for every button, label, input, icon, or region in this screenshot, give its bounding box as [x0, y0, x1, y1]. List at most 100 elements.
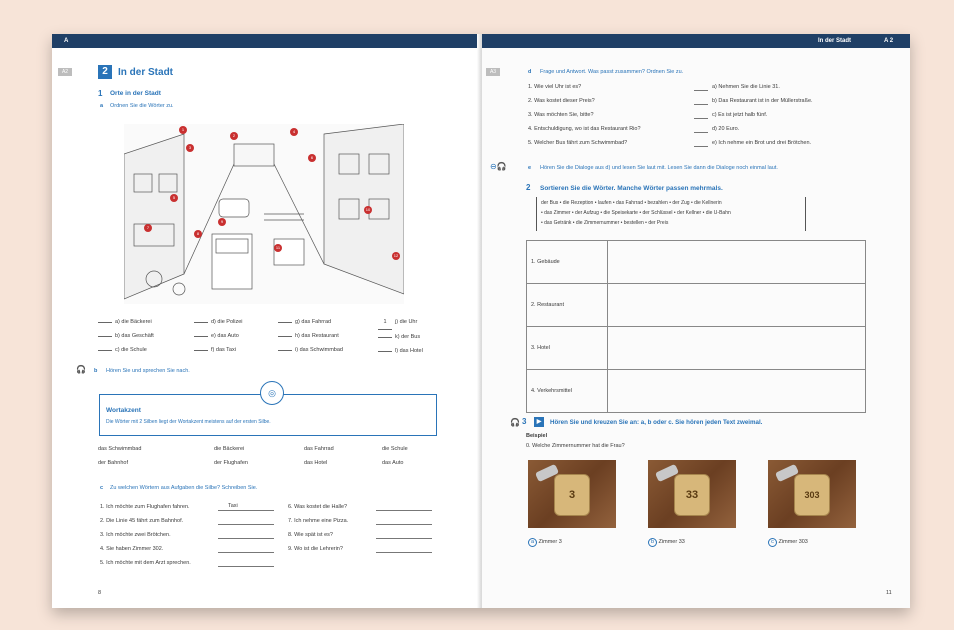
task-c-letter: c	[100, 485, 104, 491]
left-header-bar: A	[52, 34, 480, 48]
table-row-label: 1. Gebäude	[526, 240, 608, 284]
task-c-text: Zu welchen Wörtern aus Aufgaben die Silb…	[110, 485, 258, 491]
answer-line[interactable]	[694, 104, 708, 105]
table-row: 4. Verkehrsmittel	[526, 369, 866, 413]
option-label: Zimmer 33	[658, 539, 685, 545]
word-row-2-c: das Hotel	[304, 460, 328, 466]
room-tag-a: 3	[554, 474, 590, 516]
table-row: 3. Hotel	[526, 326, 866, 370]
match-item: g) das Fahrrad	[295, 319, 332, 325]
marker-10: 10	[364, 206, 372, 214]
answer-line[interactable]	[376, 552, 432, 553]
marker-12: 12	[392, 252, 400, 260]
option-letter: c	[768, 538, 777, 547]
section2-number: 2	[526, 183, 531, 192]
option-label: Zimmer 303	[778, 539, 808, 545]
room-key-photo-c: 303	[768, 460, 856, 528]
section1-title: Orte in der Stadt	[110, 90, 161, 97]
marker-6: 6	[308, 154, 316, 162]
word-box-line-2: • das Zimmer • der Aufzug • die Speiseka…	[541, 210, 731, 216]
table-answer-cell[interactable]	[607, 240, 866, 284]
question-5: 5. Welcher Bus fährt zum Schwimmbad?	[528, 140, 628, 146]
match-item: d) die Polizei	[211, 319, 243, 325]
left-header-letter: A	[64, 38, 69, 44]
answer-b: b) Das Restaurant ist in der Müllerstraß…	[712, 98, 813, 104]
sentence-1: 1. Ich möchte zum Flughafen fahren.	[100, 504, 190, 510]
option-letter: a	[528, 538, 537, 547]
sentence-5: 5. Ich möchte mit dem Arzt sprechen.	[100, 560, 191, 566]
sorting-table: 1. Gebäude 2. Restaurant 3. Hotel 4. Ver…	[526, 240, 866, 413]
audio-icon: ⊖🎧	[490, 162, 507, 171]
sentence-6: 6. Was kostet die Halle?	[288, 504, 348, 510]
answer-line[interactable]	[694, 132, 708, 133]
section2-title: Sortieren Sie die Wörter. Manche Wörter …	[540, 185, 723, 192]
match-item: e) das Auto	[211, 333, 239, 339]
option-a[interactable]: a Zimmer 3	[528, 538, 562, 547]
marker-1: 1	[179, 126, 187, 134]
answer-e: e) Ich nehme ein Brot und drei Brötchen.	[712, 140, 812, 146]
table-answer-cell[interactable]	[607, 326, 866, 370]
table-answer-cell[interactable]	[607, 369, 866, 413]
answer-line[interactable]	[218, 538, 274, 539]
match-col-3: g) das Fahrrad h) das Restaurant i) das …	[278, 315, 343, 357]
answer-line[interactable]	[694, 146, 708, 147]
task-d-text: Frage und Antwort. Was passt zusammen? O…	[540, 69, 684, 75]
marker-4: 4	[290, 128, 298, 136]
sentence-3: 3. Ich möchte zwei Brötchen.	[100, 532, 171, 538]
word-row-1-c: das Fahrrad	[304, 446, 334, 452]
option-c[interactable]: c Zimmer 303	[768, 538, 808, 547]
marker-8: 8	[194, 230, 202, 238]
sentence-9: 9. Wo ist die Lehrerin?	[288, 546, 343, 552]
room-key-photo-a: 3	[528, 460, 616, 528]
table-row-label: 2. Restaurant	[526, 283, 608, 327]
answer-line[interactable]	[376, 524, 432, 525]
answer-line[interactable]	[218, 524, 274, 525]
answer-line[interactable]	[218, 510, 274, 511]
table-row-label: 3. Hotel	[526, 326, 608, 370]
right-page: In der Stadt A 2 A3 d Frage und Antwort.…	[482, 34, 910, 608]
answer-line[interactable]	[218, 552, 274, 553]
example-question: 0. Welche Zimmernummer hat die Frau?	[526, 443, 625, 449]
word-box-line-3: • das Getränk • die Zimmernummer • beste…	[541, 220, 669, 226]
word-row-2-b: der Flughafen	[214, 460, 248, 466]
answer-a: a) Nehmen Sie die Linie 31.	[712, 84, 780, 90]
task-e-letter: e	[528, 165, 532, 171]
marker-5: 5	[170, 194, 178, 202]
sentence-4: 4. Sie haben Zimmer 302.	[100, 546, 164, 552]
table-row: 1. Gebäude	[526, 240, 866, 284]
answer-line[interactable]	[694, 90, 708, 91]
match-col-1: a) die Bäckerei b) das Geschäft c) die S…	[98, 315, 154, 357]
room-key-photo-b: 33	[648, 460, 736, 528]
marker-3: 3	[186, 144, 194, 152]
section1-number: 1	[98, 89, 103, 98]
option-letter: b	[648, 538, 657, 547]
option-b[interactable]: b Zimmer 33	[648, 538, 685, 547]
match-item: l) das Hotel	[395, 348, 423, 354]
left-side-tag: A2	[58, 68, 72, 76]
match-item: h) das Restaurant	[295, 333, 339, 339]
answer-line[interactable]	[376, 538, 432, 539]
question-1: 1. Wie viel Uhr ist es?	[528, 84, 582, 90]
match-item: f) das Taxi	[211, 347, 236, 353]
sentence-2: 2. Die Linie 45 fährt zum Bahnhof.	[100, 518, 184, 524]
right-page-number: 11	[886, 590, 892, 596]
wortakzent-title: Wortakzent	[106, 407, 141, 414]
answer-line[interactable]	[694, 118, 708, 119]
answer-line[interactable]	[218, 566, 274, 567]
match-col-4: 1 j) die Uhr k) der Bus l) das Hotel	[378, 315, 423, 358]
option-label: Zimmer 3	[538, 539, 562, 545]
table-answer-cell[interactable]	[607, 283, 866, 327]
chapter-title: In der Stadt	[118, 67, 174, 78]
task-d-letter: d	[528, 69, 532, 75]
example-label: Beispiel	[526, 433, 548, 439]
answer-c: c) Es ist jetzt halb fünf.	[712, 112, 768, 118]
answer-line[interactable]	[376, 510, 432, 511]
wortakzent-box: ◎ Wortakzent Die Wörter mit 2 Silben lie…	[99, 381, 437, 436]
room-tag-c: 303	[794, 474, 830, 516]
table-row: 2. Restaurant	[526, 283, 866, 327]
section3-title: Hören Sie und kreuzen Sie an: a, b oder …	[550, 419, 763, 426]
open-book: A A2 2 In der Stadt 1 Orte in der Stadt …	[52, 34, 910, 608]
question-4: 4. Entschuldigung, wo ist das Restaurant…	[528, 126, 641, 132]
play-icon: ▶	[534, 417, 544, 427]
sentence-example-answer: Taxi	[228, 503, 238, 509]
